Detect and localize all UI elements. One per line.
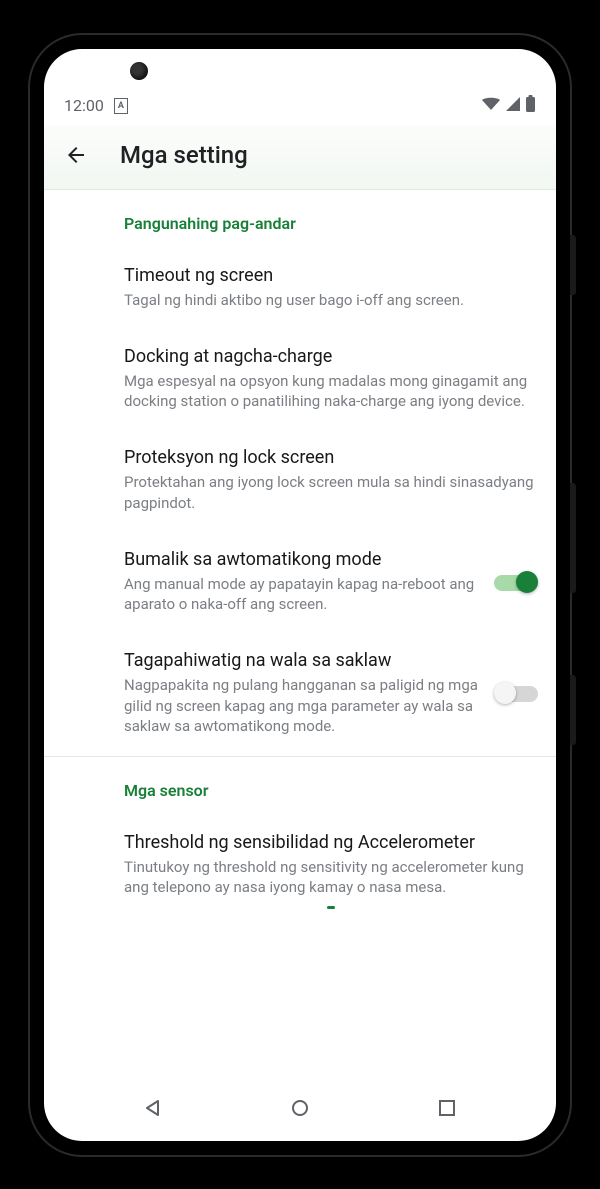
setting-subtitle: Mga espesyal na opsyon kung madalas mong… <box>124 371 538 412</box>
setting-screen-timeout[interactable]: Timeout ng screen Tagal ng hindi aktibo … <box>124 249 538 330</box>
navigation-bar <box>44 1081 556 1141</box>
switch-out-of-range[interactable] <box>494 681 538 705</box>
setting-title: Docking at nagcha-charge <box>124 346 538 367</box>
side-button <box>570 483 576 593</box>
switch-return-auto-mode[interactable] <box>494 570 538 594</box>
back-button[interactable] <box>62 141 90 169</box>
setting-accelerometer-threshold[interactable]: Threshold ng sensibilidad ng Acceleromet… <box>124 816 538 906</box>
language-icon: A <box>114 98 128 114</box>
setting-subtitle: Tinutukoy ng threshold ng sensitivity ng… <box>124 857 538 898</box>
side-button <box>570 675 576 745</box>
wifi-icon <box>481 96 501 116</box>
side-button <box>570 235 576 295</box>
setting-lockscreen-protection[interactable]: Proteksyon ng lock screen Protektahan an… <box>124 431 538 533</box>
setting-docking-charging[interactable]: Docking at nagcha-charge Mga espesyal na… <box>124 330 538 432</box>
circle-home-icon <box>290 1098 310 1118</box>
status-bar: 12:00 A <box>44 87 556 125</box>
nav-recents-button[interactable] <box>436 1097 458 1119</box>
setting-title: Tagapahiwatig na wala sa saklaw <box>124 650 478 671</box>
nav-back-button[interactable] <box>142 1097 164 1119</box>
page-title: Mga setting <box>120 141 248 169</box>
arrow-back-icon <box>64 143 88 167</box>
cellular-icon <box>505 96 521 116</box>
nav-home-button[interactable] <box>289 1097 311 1119</box>
front-camera <box>130 62 148 80</box>
settings-list[interactable]: Pangunahing pag-andar Timeout ng screen … <box>44 190 556 1081</box>
triangle-back-icon <box>143 1098 163 1118</box>
setting-title: Timeout ng screen <box>124 265 538 286</box>
section-header-sensors: Mga sensor <box>124 757 538 816</box>
scroll-hint-icon <box>327 906 335 909</box>
setting-subtitle: Tagal ng hindi aktibo ng user bago i-off… <box>124 290 538 310</box>
setting-return-auto-mode[interactable]: Bumalik sa awtomatikong mode Ang manual … <box>124 533 538 635</box>
app-bar: Mga setting <box>44 125 556 190</box>
screen: 12:00 A Mga setting Pangun <box>44 49 556 1141</box>
setting-title: Proteksyon ng lock screen <box>124 447 538 468</box>
square-recents-icon <box>438 1099 456 1117</box>
battery-icon <box>525 95 536 116</box>
setting-title: Bumalik sa awtomatikong mode <box>124 549 478 570</box>
status-clock: 12:00 <box>64 96 104 115</box>
setting-subtitle: Protektahan ang iyong lock screen mula s… <box>124 472 538 513</box>
setting-title: Threshold ng sensibilidad ng Acceleromet… <box>124 832 538 853</box>
setting-subtitle: Ang manual mode ay papatayin kapag na-re… <box>124 574 478 615</box>
phone-frame: 12:00 A Mga setting Pangun <box>30 35 570 1155</box>
section-header-main: Pangunahing pag-andar <box>124 190 538 249</box>
setting-subtitle: Nagpapakita ng pulang hangganan sa palig… <box>124 675 478 736</box>
setting-out-of-range-indicator[interactable]: Tagapahiwatig na wala sa saklaw Nagpapak… <box>124 634 538 756</box>
